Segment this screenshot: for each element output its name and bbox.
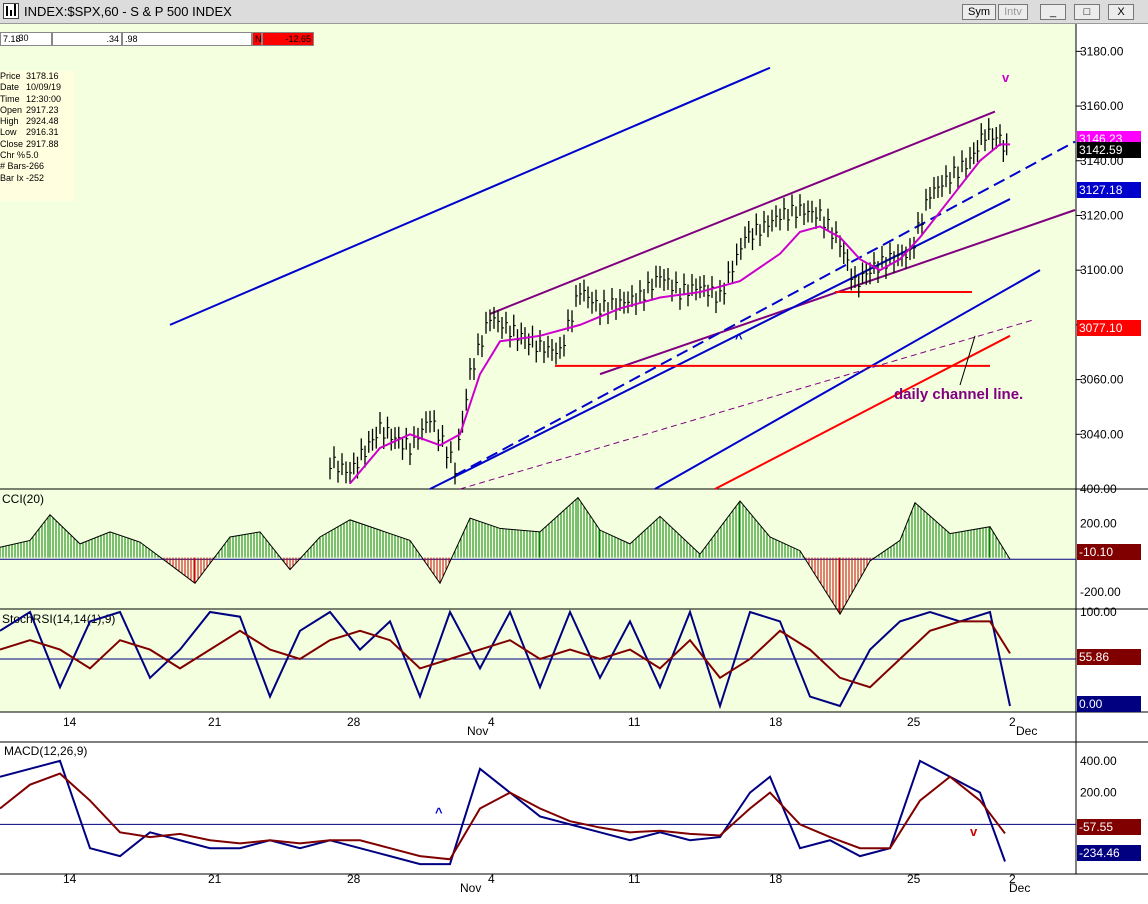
macd-y-tick-label: 200.00: [1080, 786, 1117, 800]
data-window-key: Date: [0, 82, 20, 93]
data-window-row: High 2924.48: [0, 116, 75, 127]
data-window-value: 3178.16: [26, 71, 59, 81]
cci-title: CCI(20): [2, 492, 44, 506]
chart-canvas: daily channel line. v ^ CCI(20) 400.00 200.0…: [0, 24, 1148, 895]
annotation-caret: ^: [735, 331, 743, 346]
price-y-tick-label: 3160.00: [1080, 99, 1124, 113]
x-month-label: Nov: [467, 724, 488, 738]
x-tick-label: 28: [347, 715, 361, 729]
data-window-row: Date 10/09/19: [0, 82, 75, 93]
maximize-button[interactable]: □: [1074, 4, 1100, 20]
status-cell-4: .98: [122, 32, 252, 46]
macd-annotation-v: v: [970, 824, 978, 839]
annotation-daily-channel: daily channel line.: [894, 386, 1023, 403]
sym-button[interactable]: Sym: [962, 4, 996, 20]
macd-value-tag-label: -57.55: [1079, 820, 1113, 834]
data-window: Price 3178.16 Date 10/09/19 Time 12:30:00 Open…: [0, 71, 75, 201]
data-window-key: Time: [0, 93, 20, 104]
data-window-key: # Bars: [0, 161, 27, 172]
x-tick-label-bottom: 21: [208, 872, 222, 886]
data-window-value: 2924.48: [26, 116, 59, 127]
price-y-tick-label: 3180.00: [1080, 44, 1124, 58]
cci-value-tag-label: -10.10: [1079, 545, 1113, 559]
status-cell-3: .34: [52, 32, 122, 46]
x-tick-label: 4: [488, 715, 495, 729]
chart-app-icon: [3, 3, 19, 19]
data-window-key: Bar Ix: [0, 172, 24, 183]
macd-title: MACD(12,26,9): [4, 744, 87, 758]
data-window-value: 12:30:00: [26, 93, 62, 104]
x-tick-label-bottom: 11: [628, 872, 641, 886]
data-window-key: Open: [0, 104, 23, 115]
data-window-value: 10/09/19: [26, 82, 62, 93]
macd-y-tick-label: 400.00: [1080, 754, 1117, 768]
data-window-row: Time 12:30:00: [0, 94, 75, 105]
price-y-tick-label: 3040.00: [1080, 427, 1124, 441]
x-tick-label-bottom: 28: [347, 872, 361, 886]
data-window-row: Open 2917.23: [0, 105, 75, 116]
status-cell-2: .30: [16, 33, 29, 43]
x-tick-label: 2: [1009, 715, 1016, 729]
x-tick-label-bottom: 25: [907, 872, 921, 886]
data-window-value: 2916.31: [26, 127, 59, 138]
data-window-row: Price 3178.16: [0, 71, 75, 82]
x-month-label-bottom: Nov: [460, 881, 481, 895]
data-window-key: Chr %: [0, 150, 26, 161]
x-tick-label-bottom: 18: [769, 872, 783, 886]
annotation-top-v: v: [1002, 70, 1010, 85]
price-y-tick-label: 3120.00: [1080, 208, 1124, 222]
macd-value-tag-label-2: -234.46: [1079, 846, 1120, 860]
data-window-key: High: [0, 116, 19, 127]
data-window-row: Bar Ix -252: [0, 173, 75, 184]
x-tick-label: 18: [769, 715, 783, 729]
cci-y-tick-label: -200.00: [1080, 585, 1121, 599]
minimize-button[interactable]: _: [1040, 4, 1066, 20]
data-window-value: -266: [26, 161, 45, 172]
price-value-tag-label: 3142.59: [1079, 143, 1123, 157]
intv-button[interactable]: Intv: [998, 4, 1028, 20]
status-flag: N: [252, 32, 262, 46]
close-button[interactable]: X: [1108, 4, 1134, 20]
x-tick-label: 25: [907, 715, 921, 729]
data-window-row: Chr %5.0: [0, 150, 75, 161]
x-tick-label: 21: [208, 715, 222, 729]
data-window-key: Close: [0, 138, 24, 149]
price-y-tick-label: 3100.00: [1080, 263, 1124, 277]
stochrsi-value-tag-label-2: 0.00: [1079, 697, 1103, 711]
data-window-row: Low 2916.31: [0, 127, 75, 138]
data-window-row: Close 2917.88: [0, 139, 75, 150]
cci-y-tick-label: 400.00: [1080, 482, 1117, 496]
cci-y-tick-label: 200.00: [1080, 516, 1117, 530]
x-tick-label: 11: [628, 715, 641, 729]
status-change: -12.65: [262, 32, 314, 46]
data-window-value: 2917.23: [26, 104, 59, 115]
data-window-key: Low: [0, 127, 17, 138]
x-tick-label-bottom: 4: [488, 872, 495, 886]
window-title: INDEX:$SPX,60 - S & P 500 INDEX: [24, 4, 232, 19]
x-tick-label-bottom: 14: [63, 872, 77, 886]
x-month-label: Dec: [1016, 724, 1037, 738]
data-window-row: # Bars-266: [0, 161, 75, 172]
stochrsi-value-tag-label: 55.86: [1079, 650, 1109, 664]
price-value-tag-label: 3077.10: [1079, 321, 1123, 335]
data-window-value: -252: [26, 172, 45, 183]
price-y-tick-label: 3060.00: [1080, 373, 1124, 387]
data-window-key: Price: [0, 71, 21, 81]
data-window-value: 5.0: [26, 150, 39, 161]
macd-annotation-caret: ^: [435, 805, 443, 820]
x-tick-label: 14: [63, 715, 77, 729]
window-titlebar: INDEX:$SPX,60 - S & P 500 INDEX Sym Intv…: [0, 0, 1148, 24]
price-value-tag-label: 3127.18: [1079, 183, 1123, 197]
stochrsi-y-tick-label: 100.00: [1080, 605, 1117, 619]
x-month-label-bottom: Dec: [1009, 881, 1030, 895]
data-window-value: 2917.88: [26, 138, 59, 149]
